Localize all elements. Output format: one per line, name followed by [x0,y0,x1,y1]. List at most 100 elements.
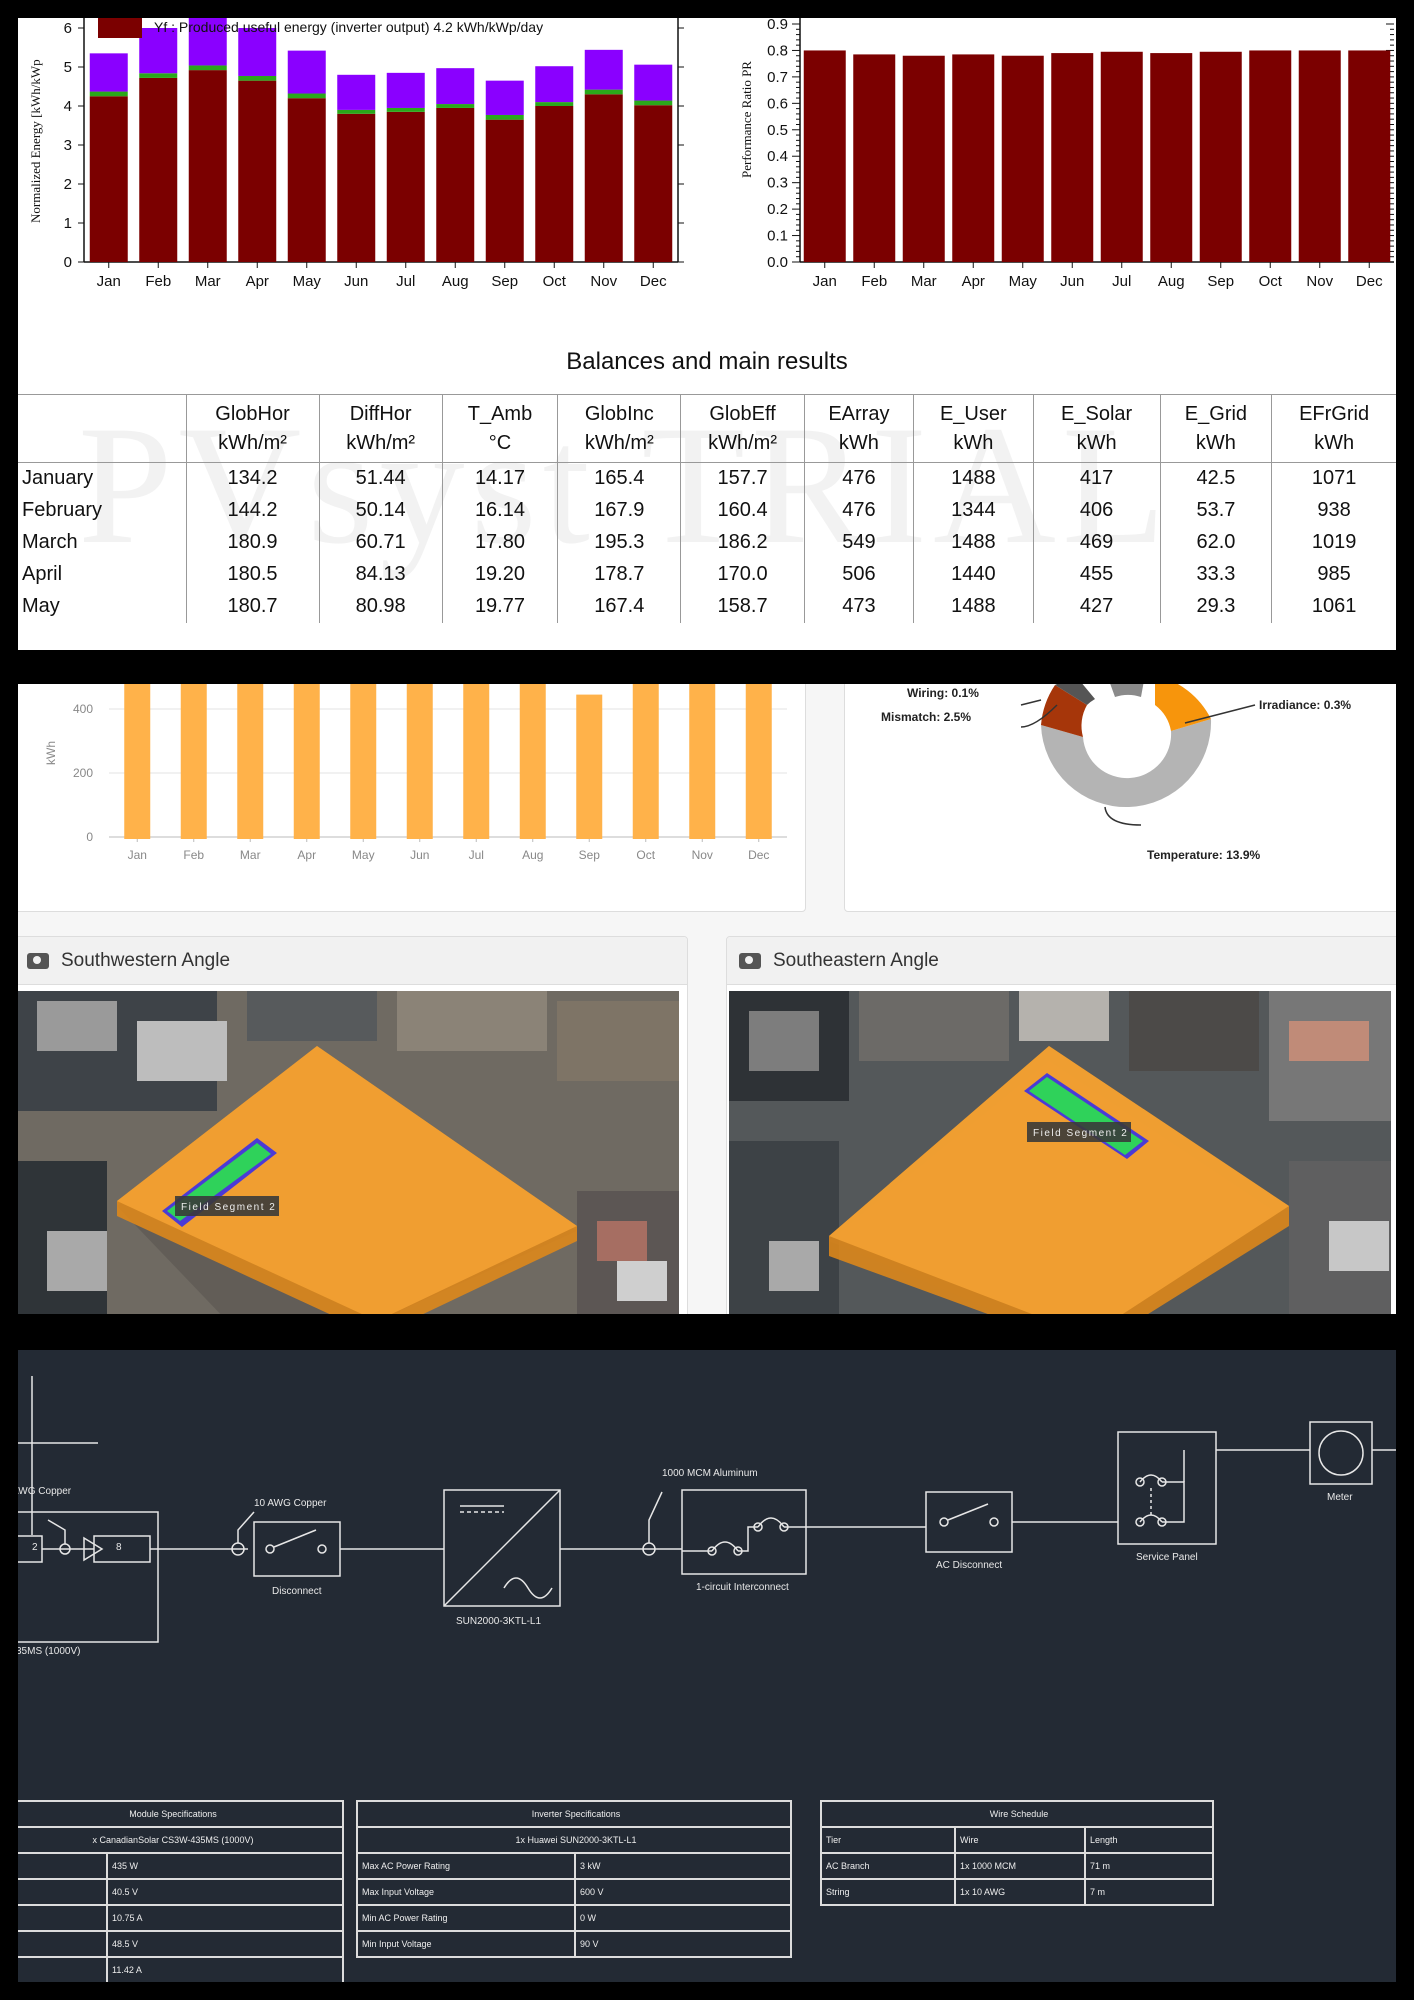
table-cell: 1488 [913,526,1033,559]
table-cell: 19.77 [441,590,558,623]
table-cell: 985 [1271,558,1396,591]
production-bar[interactable] [293,684,320,839]
table-cell: 417 [1032,462,1161,495]
production-x-tick: Jan [128,848,147,862]
production-x-tick: Oct [636,848,655,862]
single-line-diagram-panel: AWG Copper 2 2 8 35MS (1000V) 10 AWG Cop… [18,1350,1396,1982]
inverter-spec-model: 1x Huawei SUN2000-3KTL-L1 [356,1826,792,1854]
sld-service-panel-label: Service Panel [1136,1552,1198,1563]
production-x-tick: Apr [297,848,316,862]
column-unit: kWh/m² [185,428,320,463]
table-units-row: kWh/m² kWh/m² °C kWh/m² kWh/m² kWh kWh kWh kWh kW… [18,428,1396,463]
southwestern-aerial-image[interactable]: Field Segment 2 [18,991,679,1314]
table-cell: 42.5 [1159,462,1272,495]
pr-bar [1150,53,1193,262]
production-x-tick: Jun [410,848,429,862]
table-cell: 170.0 [680,558,805,591]
production-bar[interactable] [463,684,490,839]
table-cell: 469 [1032,526,1161,559]
wire-cell: 1x 1000 MCM [954,1852,1086,1880]
field-segment-label-se: Field Segment 2 [1033,1128,1128,1139]
southeastern-title: Southeastern Angle [773,949,939,971]
wire-head-tier: Tier [820,1826,956,1854]
table-cell: 16.14 [441,494,558,527]
column-header: GlobInc [557,394,681,429]
production-bar[interactable] [576,694,603,839]
row-month: February [22,499,103,521]
field-segment-label-sw: Field Segment 2 [181,1202,276,1213]
production-bar[interactable] [237,684,264,839]
column-header: EArray [803,394,914,429]
production-x-tick: May [352,848,375,862]
production-bar[interactable] [745,684,772,839]
table-row: February 144.2 50.14 16.14 167.9 160.4 476 1344… [18,494,1396,527]
pr-x-tick-label: Dec [1356,273,1383,290]
monthly-production-card: 0 200 400 Jan Feb Mar Apr May Jun Jul Aug Sep Oct Nov… [18,684,806,912]
pr-bar [1001,55,1044,262]
production-y-tick: 200 [73,766,93,780]
production-x-tick: Sep [579,848,601,862]
table-cell: 19.20 [441,558,558,591]
sld-box-left-num: 2 [32,1542,38,1553]
column-header: GlobHor [185,394,320,429]
sld-interconnect-label: 1-circuit Interconnect [696,1582,789,1593]
production-bar[interactable] [519,684,546,839]
table-cell: 186.2 [680,526,805,559]
production-x-tick: Dec [748,848,769,862]
column-header: EFrGrid [1271,394,1396,429]
table-cell: 549 [803,526,914,559]
table-cell: 180.9 [185,526,320,559]
table-cell: 160.4 [680,494,805,527]
wire-head-wire: Wire [954,1826,1086,1854]
dashboard-panel: 0 200 400 Jan Feb Mar Apr May Jun Jul Aug Sep Oct Nov… [18,684,1396,1314]
balances-table-title: Balances and main results [566,348,848,375]
pr-y-tick-label: 0.9 [767,18,788,33]
production-bar[interactable] [124,684,151,839]
table-cell: 60.71 [318,526,443,559]
production-bar[interactable] [632,684,659,839]
table-cell: 17.80 [441,526,558,559]
inverter-spec-key: Min AC Power Rating [356,1904,576,1932]
table-cell: 455 [1032,558,1161,591]
sld-copper-10-label: 10 AWG Copper [254,1498,327,1509]
table-row: May 180.7 80.98 19.77 167.4 158.7 473 1488 427 29… [18,590,1396,623]
table-cell: 180.5 [185,558,320,591]
pr-x-tick-label: Sep [1207,273,1234,290]
table-cell: 938 [1271,494,1396,527]
table-cell: 144.2 [185,494,320,527]
production-bar[interactable] [350,684,377,839]
pr-x-tick-label: May [1009,273,1038,290]
southwestern-card-header: Southwestern Angle [18,937,687,985]
table-row: April 180.5 84.13 19.20 178.7 170.0 506 1440 455… [18,558,1396,591]
monthly-production-chart: 0 200 400 Jan Feb Mar Apr May Jun Jul Aug Sep Oct Nov… [44,684,787,862]
module-spec-title: Module Specifications [18,1800,344,1828]
pr-x-tick-label: Feb [861,273,887,290]
table-cell: 62.0 [1159,526,1272,559]
table-cell: 158.7 [680,590,805,623]
module-spec-value: 40.5 V [106,1878,344,1906]
pr-bar [1051,53,1094,262]
sld-mcm-label: 1000 MCM Aluminum [662,1468,758,1479]
table-cell: 476 [803,462,914,495]
inverter-spec-val: 90 V [574,1930,792,1958]
inverter-spec-val: 0 W [574,1904,792,1932]
table-cell: 1019 [1271,526,1396,559]
southwestern-title: Southwestern Angle [61,949,231,971]
column-unit: kWh [1271,428,1396,463]
table-cell: 506 [803,558,914,591]
pie-slice-other [1110,684,1144,697]
pvsyst-report-panel: PVsyst TRIAL 0 1 2 3 4 5 6 Jan Feb Mar Apr May Jun Ju… [18,18,1396,650]
column-unit: kWh/m² [557,428,681,463]
column-header: E_User [913,394,1033,429]
wire-cell: 71 m [1084,1852,1214,1880]
production-bar[interactable] [689,684,716,839]
table-cell: 134.2 [185,462,320,495]
pr-x-tick-label: Nov [1306,273,1333,290]
production-bar[interactable] [180,684,207,839]
southeastern-aerial-image[interactable]: Field Segment 2 [729,991,1391,1314]
sld-box-right-num: 8 [116,1542,122,1553]
row-month: March [22,531,78,553]
pr-y-tick-label: 0.7 [767,69,788,86]
table-row: March 180.9 60.71 17.80 195.3 186.2 549 1488 469… [18,526,1396,559]
production-bar[interactable] [406,684,433,839]
